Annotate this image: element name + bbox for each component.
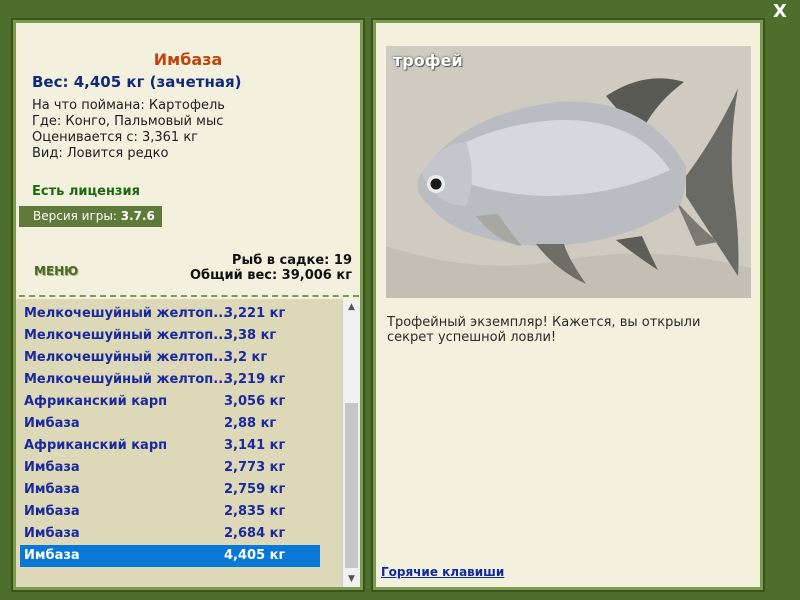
list-item-name: Имбаза — [24, 416, 80, 431]
list-item[interactable]: Имбаза 2,684 кг — [20, 523, 320, 545]
list-item[interactable]: Имбаза 2,773 кг — [20, 457, 320, 479]
list-item-weight: 3,141 кг — [224, 438, 286, 453]
list-item-weight: 3,221 кг — [224, 306, 286, 321]
scrollbar[interactable]: ▲ ▼ — [342, 299, 360, 587]
fish-weight: Вес: 4,405 кг (зачетная) — [32, 73, 242, 91]
list-item[interactable]: Имбаза 4,405 кг — [20, 545, 320, 567]
divider — [19, 295, 359, 297]
list-item-weight: 2,835 кг — [224, 504, 286, 519]
list-item-name: Мелкочешуйный желтоп... — [24, 306, 229, 321]
list-item-name: Имбаза — [24, 504, 80, 519]
list-item[interactable]: Африканский карп 3,056 кг — [20, 391, 320, 413]
list-item-name: Имбаза — [24, 482, 80, 497]
list-item-name: Африканский карп — [24, 394, 168, 409]
scroll-up-icon[interactable]: ▲ — [343, 299, 360, 315]
fish-count: Рыб в садке: 19 — [231, 253, 352, 268]
version-value: 3.7.6 — [120, 209, 155, 223]
menu-button[interactable]: МЕНЮ — [34, 264, 78, 278]
list-item-weight: 3,2 кг — [224, 350, 268, 365]
fish-photo: трофей — [386, 46, 751, 298]
location-info: Где: Конго, Пальмовый мыс — [32, 114, 224, 129]
list-item-name: Африканский карп — [24, 438, 168, 453]
list-item-weight: 4,405 кг — [224, 548, 286, 563]
list-item-name: Мелкочешуйный желтоп... — [24, 328, 229, 343]
license-status: Есть лицензия — [32, 184, 140, 199]
rating-info: Оценивается с: 3,361 кг — [32, 130, 199, 145]
fish-info-panel: Имбаза Вес: 4,405 кг (зачетная) На что п… — [11, 18, 365, 592]
list-item-weight: 3,219 кг — [224, 372, 286, 387]
list-item-name: Мелкочешуйный желтоп... — [24, 350, 229, 365]
list-item[interactable]: Имбаза 2,88 кг — [20, 413, 320, 435]
bait-info: На что поймана: Картофель — [32, 98, 225, 113]
scroll-thumb[interactable] — [345, 403, 358, 568]
fish-name: Имбаза — [153, 50, 223, 69]
list-item-weight: 3,056 кг — [224, 394, 286, 409]
trophy-label: трофей — [393, 51, 463, 70]
hotkeys-link[interactable]: Горячие клавиши — [381, 565, 504, 579]
catch-list: Мелкочешуйный желтоп... 3,221 кг Мелкочешу… — [16, 299, 360, 587]
species-info: Вид: Ловится редко — [32, 146, 169, 161]
version-bar: Версия игры: 3.7.6 — [19, 206, 162, 227]
trophy-panel: трофей Трофейный экземпляр! Кажется, вы … — [371, 18, 765, 592]
trophy-description: Трофейный экземпляр! Кажется, вы открыли… — [387, 315, 701, 345]
list-item-name: Имбаза — [24, 526, 80, 541]
scroll-down-icon[interactable]: ▼ — [343, 571, 360, 587]
list-item[interactable]: Африканский карп 3,141 кг — [20, 435, 320, 457]
list-item-name: Мелкочешуйный желтоп... — [24, 372, 229, 387]
list-item[interactable]: Мелкочешуйный желтоп... 3,38 кг — [20, 325, 320, 347]
list-item-weight: 2,88 кг — [224, 416, 277, 431]
list-item-weight: 3,38 кг — [224, 328, 277, 343]
list-item[interactable]: Имбаза 2,759 кг — [20, 479, 320, 501]
list-item-weight: 2,684 кг — [224, 526, 286, 541]
list-item[interactable]: Мелкочешуйный желтоп... 3,221 кг — [20, 303, 320, 325]
bream-image — [386, 46, 751, 298]
total-weight: Общий вес: 39,006 кг — [189, 268, 352, 283]
catch-stats: Рыб в садке: 19 Общий вес: 39,006 кг — [190, 253, 352, 283]
list-item[interactable]: Мелкочешуйный желтоп... 3,2 кг — [20, 347, 320, 369]
close-button[interactable]: X — [770, 2, 790, 22]
list-item[interactable]: Имбаза 2,835 кг — [20, 501, 320, 523]
list-item-weight: 2,773 кг — [224, 460, 286, 475]
list-item-name: Имбаза — [24, 548, 80, 563]
list-item-weight: 2,759 кг — [224, 482, 286, 497]
version-label: Версия игры: — [33, 209, 117, 223]
list-item[interactable]: Мелкочешуйный желтоп... 3,219 кг — [20, 369, 320, 391]
list-item-name: Имбаза — [24, 460, 80, 475]
